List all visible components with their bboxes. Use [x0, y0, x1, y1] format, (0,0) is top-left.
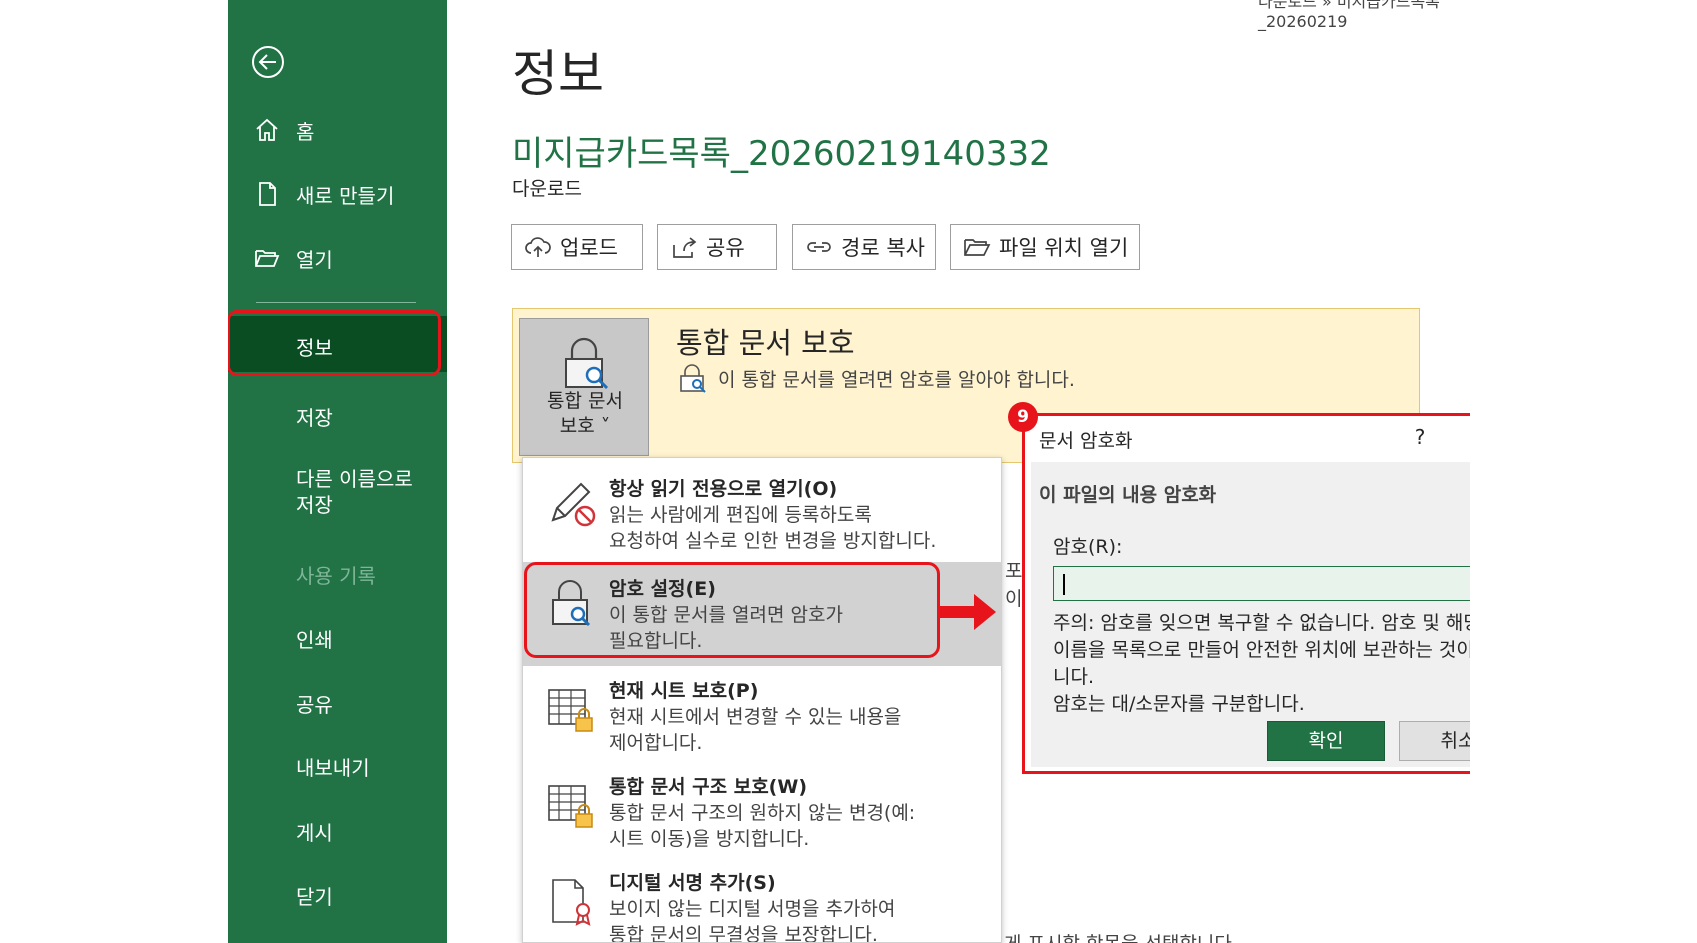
- document-location: 다운로드: [512, 178, 582, 200]
- help-button[interactable]: ?: [1405, 422, 1435, 452]
- sidebar-item-publish[interactable]: 게시: [228, 803, 447, 857]
- sidebar-item-label: 열기: [296, 248, 333, 272]
- page-title: 정보: [512, 45, 604, 103]
- ok-button[interactable]: 확인: [1267, 721, 1385, 761]
- menu-item-protect-structure[interactable]: 통합 문서 구조 보호(W) 통합 문서 구조의 원하지 않는 변경(예: 시트…: [523, 762, 1001, 858]
- info-highlight-outline: [228, 310, 441, 376]
- open-location-label: 파일 위치 열기: [999, 236, 1129, 260]
- protect-heading: 통합 문서 보호: [676, 326, 855, 360]
- menu-item-digital-signature[interactable]: 디지털 서명 추가(S) 보이지 않는 디지털 서명을 추가하여 통합 문서의 …: [523, 858, 1001, 943]
- sidebar-item-print[interactable]: 인쇄: [228, 610, 447, 664]
- background-fragment: 게 표시할 항목을 선택합니다.: [1004, 929, 1238, 943]
- back-arrow-icon[interactable]: [251, 45, 285, 79]
- pencil-prohibited-icon: [551, 482, 596, 527]
- protect-description-text: 이 통합 문서를 열려면 암호를 알아야 합니다.: [718, 368, 1075, 391]
- encrypt-document-dialog: 문서 암호화 ? 이 파일의 내용 암호화 암호(R): 주의: 암호를 잊으면…: [1022, 413, 1470, 774]
- dialog-body: 이 파일의 내용 암호화 암호(R): 주의: 암호를 잊으면 복구할 수 없습…: [1031, 462, 1470, 767]
- text-caret: [1063, 574, 1065, 595]
- folder-icon: [964, 239, 991, 256]
- cancel-button[interactable]: 취소: [1399, 721, 1470, 761]
- upload-label: 업로드: [560, 236, 618, 260]
- password-label: 암호(R):: [1053, 536, 1123, 558]
- home-icon: [256, 118, 278, 141]
- sidebar-item-label: 공유: [296, 693, 333, 717]
- red-arrow-icon: [940, 594, 996, 630]
- sidebar-item-save-as[interactable]: 다른 이름으로 저장: [228, 452, 447, 522]
- menu-item-title: 현재 시트 보호(P): [609, 680, 759, 702]
- share-icon: [673, 237, 697, 258]
- menu-item-title: 디지털 서명 추가(S): [609, 872, 776, 894]
- backstage-sidebar: 홈 새로 만들기 열기 정보 저장 다른 이름으로 저장 사용 기록 인쇄 공유…: [228, 0, 447, 943]
- menu-item-description: 현재 시트에서 변경할 수 있는 내용을 제어합니다.: [609, 706, 902, 754]
- sidebar-item-new[interactable]: 새로 만들기: [228, 166, 447, 220]
- excel-backstage: 홈 새로 만들기 열기 정보 저장 다른 이름으로 저장 사용 기록 인쇄 공유…: [228, 0, 1470, 943]
- document-name: 미지급카드목록_20260219140332: [512, 134, 1051, 174]
- menu-item-description: 통합 문서 구조의 원하지 않는 변경(예: 시트 이동)을 방지합니다.: [609, 802, 916, 850]
- sidebar-item-label: 게시: [296, 821, 333, 845]
- sidebar-item-save[interactable]: 저장: [228, 388, 447, 442]
- open-file-location-button[interactable]: 파일 위치 열기: [950, 224, 1140, 270]
- protect-workbook-menu: 항상 읽기 전용으로 열기(O) 읽는 사람에게 편집에 등록하도록 요청하여 …: [522, 457, 1002, 943]
- menu-item-description: 읽는 사람에게 편집에 등록하도록 요청하여 실수로 인한 변경을 방지합니다.: [609, 504, 937, 552]
- password-warning-note: 주의: 암호를 잊으면 복구할 수 없습니다. 암호 및 해당 문서 이름을 목…: [1053, 612, 1470, 715]
- sidebar-item-close[interactable]: 닫기: [228, 867, 447, 921]
- upload-button[interactable]: 업로드: [511, 224, 643, 270]
- sidebar-item-label: 내보내기: [296, 756, 370, 780]
- workbook-lock-icon: [548, 785, 593, 828]
- sidebar-item-history: 사용 기록: [228, 546, 447, 600]
- menu-item-description: 보이지 않는 디지털 서명을 추가하여 통합 문서의 무결성을 보장합니다.: [609, 898, 896, 943]
- copy-path-label: 경로 복사: [841, 236, 925, 260]
- sidebar-item-label: 다른 이름으로 저장: [296, 467, 413, 517]
- password-input[interactable]: [1053, 566, 1470, 601]
- dialog-section-heading: 이 파일의 내용 암호화: [1039, 484, 1217, 506]
- sidebar-item-label: 홈: [296, 120, 315, 144]
- menu-item-read-only[interactable]: 항상 읽기 전용으로 열기(O) 읽는 사람에게 편집에 등록하도록 요청하여 …: [523, 458, 1001, 562]
- top-breadcrumb: 다운로드 » 미지급카드목록_20260219: [1258, 0, 1440, 31]
- lock-key-icon: [565, 337, 609, 390]
- dialog-title: 문서 암호화: [1039, 430, 1133, 452]
- step-number-badge: 9: [1008, 402, 1038, 432]
- lock-key-small-icon: [680, 364, 706, 393]
- sidebar-item-home[interactable]: 홈: [228, 102, 447, 156]
- sheet-lock-icon: [548, 689, 593, 732]
- protect-workbook-button[interactable]: 통합 문서 보호 ˅: [519, 318, 649, 456]
- sidebar-item-open[interactable]: 열기: [228, 230, 447, 284]
- folder-open-icon: [255, 250, 280, 267]
- background-fragment: 포: [1005, 560, 1023, 582]
- new-document-icon: [259, 182, 276, 206]
- share-button[interactable]: 공유: [657, 224, 777, 270]
- share-label: 공유: [706, 236, 745, 260]
- sidebar-item-label: 새로 만들기: [296, 184, 395, 208]
- link-icon: [807, 242, 831, 252]
- menu-item-title: 통합 문서 구조 보호(W): [609, 776, 808, 798]
- cloud-upload-icon: [525, 237, 551, 257]
- sidebar-item-label: 사용 기록: [296, 564, 376, 588]
- menu-item-protect-sheet[interactable]: 현재 시트 보호(P) 현재 시트에서 변경할 수 있는 내용을 제어합니다.: [523, 666, 1001, 762]
- copy-path-button[interactable]: 경로 복사: [792, 224, 936, 270]
- protect-tile-label: 통합 문서 보호 ˅: [547, 390, 623, 437]
- sidebar-divider: [256, 302, 416, 303]
- sidebar-item-label: 저장: [296, 406, 333, 430]
- document-ribbon-icon: [552, 879, 591, 926]
- dialog-titlebar: 문서 암호화 ?: [1025, 416, 1470, 460]
- sidebar-item-label: 인쇄: [296, 628, 333, 652]
- sidebar-item-share[interactable]: 공유: [228, 675, 447, 729]
- menu-item-title: 항상 읽기 전용으로 열기(O): [609, 478, 838, 500]
- sidebar-item-label: 닫기: [296, 885, 333, 909]
- protect-description: 이 통합 문서를 열려면 암호를 알아야 합니다.: [676, 362, 1075, 394]
- sidebar-item-export[interactable]: 내보내기: [228, 738, 447, 792]
- set-password-highlight-outline: [524, 562, 940, 658]
